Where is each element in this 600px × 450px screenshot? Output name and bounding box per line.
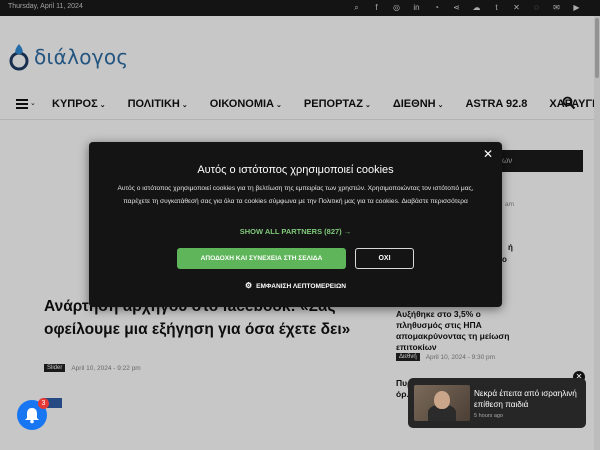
news-toast[interactable]: Νεκρά έπειτα από ισραηλινή επίθεση παιδι…: [408, 378, 586, 428]
show-details-button[interactable]: ⚙ ΕΜΦΑΝΙΣΗ ΛΕΠΤΟΜΕΡΕΙΩΝ: [89, 281, 502, 290]
cookie-consent-dialog: ✕ Αυτός ο ιστότοπος χρησιμοποιεί cookies…: [89, 142, 502, 307]
notification-bell-button[interactable]: 3: [17, 398, 49, 430]
close-icon[interactable]: ✕: [482, 148, 494, 160]
consent-body: Αυτός ο ιστότοπος χρησιμοποιεί cookies γ…: [117, 185, 474, 205]
toast-text: Νεκρά έπειτα από ισραηλινή επίθεση παιδι…: [474, 389, 577, 409]
show-partners-link[interactable]: SHOW ALL PARTNERS (827) →: [89, 227, 502, 236]
gear-icon: ⚙: [244, 281, 253, 290]
accept-button[interactable]: ΑΠΟΔΟΧΗ ΚΑΙ ΣΥΝΕΧΕΙΑ ΣΤΗ ΣΕΛΙΔΑ: [177, 248, 346, 269]
notification-count-badge: 3: [38, 398, 49, 409]
consent-title: Αυτός ο ιστότοπος χρησιμοποιεί cookies: [197, 164, 394, 176]
toast-time: 5 hours ago: [474, 413, 504, 419]
toast-thumbnail: [414, 385, 470, 421]
decline-button[interactable]: ΟΧΙ: [355, 248, 414, 269]
